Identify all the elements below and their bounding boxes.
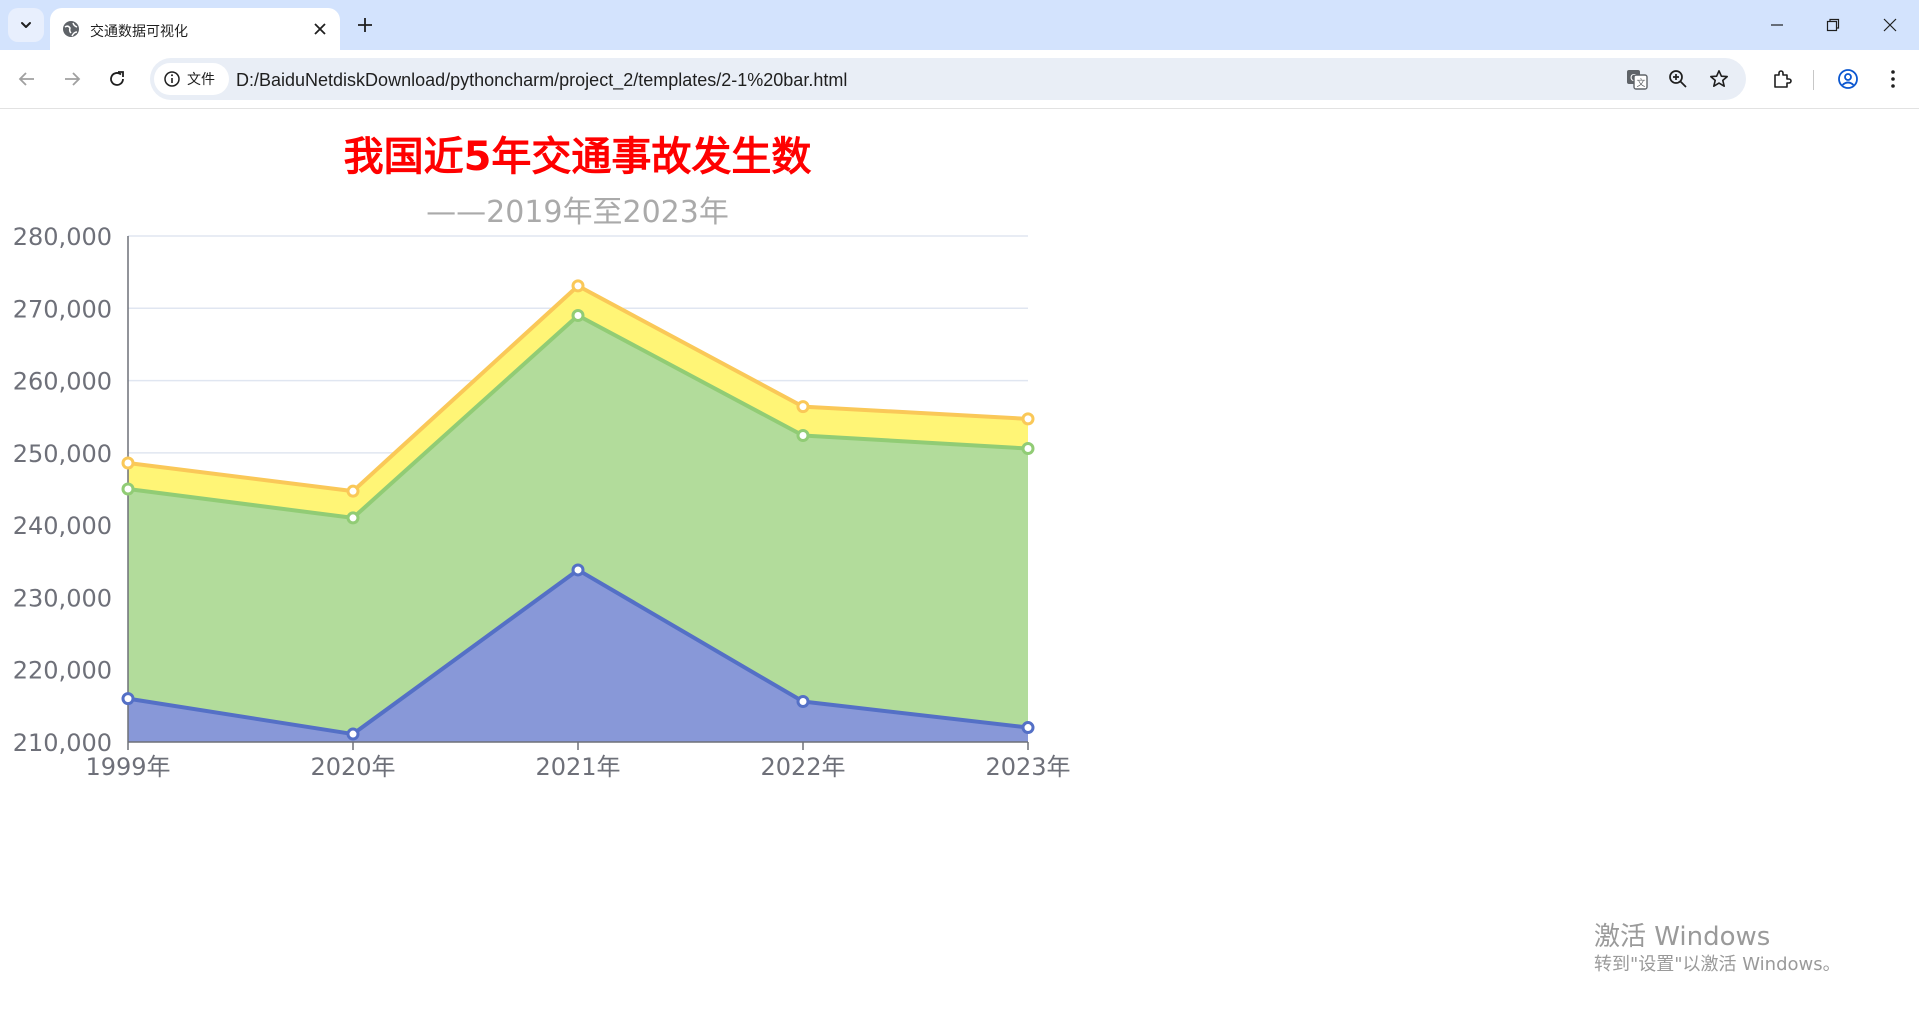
chart-title: 我国近5年交通事故发生数 [343, 134, 812, 180]
x-tick-label: 1999年 [85, 753, 170, 781]
x-tick-label: 2023年 [985, 753, 1070, 781]
data-point [121, 692, 135, 706]
data-point [121, 482, 135, 496]
y-tick-label: 250,000 [13, 440, 112, 468]
x-tick-label: 2021年 [535, 753, 620, 781]
activation-watermark-title: 激活 Windows [1594, 922, 1771, 952]
data-point [1021, 442, 1035, 456]
y-tick-labels: 210,000220,000230,000240,000250,000260,0… [13, 223, 112, 757]
data-point [571, 563, 585, 577]
data-point [796, 695, 810, 709]
y-tick-label: 220,000 [13, 657, 112, 685]
data-point [346, 484, 360, 498]
chart-areas [128, 285, 1028, 742]
y-tick-label: 270,000 [13, 295, 112, 323]
data-point [121, 456, 135, 470]
activation-watermark-subtitle: 转到"设置"以激活 Windows。 [1594, 954, 1841, 975]
data-point [796, 429, 810, 443]
x-tick-labels: 1999年 2020年 2021年 2022年 2023年 [85, 753, 1070, 781]
y-tick-label: 260,000 [13, 368, 112, 396]
chart-subtitle: ——2019年至2023年 [426, 195, 729, 230]
data-point [796, 400, 810, 414]
data-point [1021, 721, 1035, 735]
y-tick-label: 230,000 [13, 584, 112, 612]
data-point [346, 727, 360, 741]
data-point [571, 309, 585, 323]
y-tick-label: 240,000 [13, 512, 112, 540]
x-tick-label: 2020年 [310, 753, 395, 781]
data-point [346, 511, 360, 525]
data-point [571, 279, 585, 293]
x-tick-label: 2022年 [760, 753, 845, 781]
data-point [1021, 412, 1035, 426]
